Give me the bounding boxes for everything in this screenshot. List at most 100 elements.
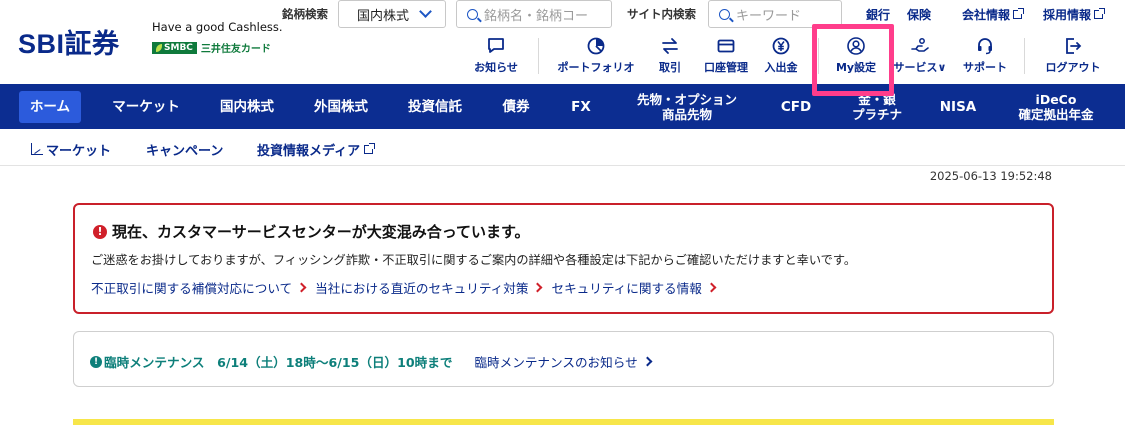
maintenance-box: ! 臨時メンテナンス 6/14（土）18時～6/15（日）10時まで 臨時メンテ… [73,331,1054,387]
chat-icon [488,38,504,53]
nav-portfolio[interactable]: ポートフォリオ [552,36,640,78]
nav-tab-bonds-label: 債券 [502,98,530,115]
nav-tab-ideco[interactable]: iDeCo 確定拠出年金 [992,84,1120,129]
nav-tab-home-label: ホーム [18,90,82,123]
site-search-input[interactable]: キーワード [708,0,842,28]
subnav-investment-media-label: 投資情報メディア [257,144,361,159]
nav-tab-cfd[interactable]: CFD [762,84,830,129]
smbc-badge: SMBC [152,41,197,54]
link-company-info[interactable]: 会社情報 [962,6,1025,23]
chart-icon [31,143,43,155]
smbc-card-logo[interactable]: SMBC 三井住友カード [152,40,271,55]
alert-body: ご迷惑をお掛けしておりますが、フィッシング詐欺・不正取引に関するご案内の詳細や各… [91,253,857,267]
chevron-right-icon [533,282,543,293]
subnav-campaign-label: キャンペーン [146,144,224,159]
nav-tab-fx[interactable]: FX [550,84,612,129]
nav-my-settings-label: My設定 [835,61,877,74]
nav-tab-market-label: マーケット [112,98,180,115]
nav-tab-domestic-stocks-label: 国内株式 [220,98,274,115]
nav-logout[interactable]: ログアウト [1038,36,1108,78]
nav-tab-home[interactable]: ホーム [8,84,92,129]
nav-notifications[interactable]: お知らせ [472,36,520,78]
user-settings-icon [847,37,865,55]
link-bank[interactable]: 銀行 [866,6,890,23]
stock-market-select-value: 国内株式 [357,8,410,24]
nav-tab-nisa[interactable]: NISA [924,84,992,129]
nav-tab-bonds[interactable]: 債券 [482,84,550,129]
nav-tab-ideco-label: iDeCo 確定拠出年金 [1018,92,1093,122]
alert-link-security-measures[interactable]: 当社における直近のセキュリティ対策 [315,278,543,297]
nav-tab-futures-options-label: 先物・オプション 商品先物 [637,92,737,122]
nav-tab-futures-options[interactable]: 先物・オプション 商品先物 [612,84,762,129]
subnav-market[interactable]: マーケット [31,140,111,159]
stock-search-input[interactable]: 銘柄名・銘柄コー [456,0,612,28]
sub-navigation: マーケット キャンペーン 投資情報メディア [0,129,1125,166]
subnav-investment-media[interactable]: 投資情報メディア [257,140,376,159]
alert-link-compensation-label: 不正取引に関する補償対応について [91,281,293,296]
stock-market-select[interactable]: 国内株式 [338,0,446,28]
logout-icon [1066,38,1082,54]
nav-account-label: 口座管理 [704,61,748,74]
chevron-right-icon [642,356,653,367]
chevron-right-icon [296,282,307,293]
divider [538,38,539,74]
headset-icon [978,38,992,55]
nav-tab-foreign-stocks-label: 外国株式 [314,98,368,115]
chevron-down-icon [419,5,432,18]
nav-tab-market[interactable]: マーケット [92,84,200,129]
alert-link-security-info[interactable]: セキュリティに関する情報 [551,278,717,297]
alert-title: ! 現在、カスタマーサービスセンターが大変混み合っています。 [93,221,529,242]
sbi-logo[interactable]: SBI証券 [18,22,120,61]
info-icon: ! [90,355,102,368]
link-insurance-label: 保険 [907,8,932,22]
nav-deposit-withdraw-label: 入出金 [764,61,798,74]
nav-tab-ideco-line1: iDeCo [1035,91,1077,107]
nav-support[interactable]: サポート [958,36,1012,78]
nav-services-label: サービス∨ [894,59,947,75]
nav-deposit-withdraw[interactable]: 入出金 [760,36,802,78]
chevron-down-icon: ∨ [937,61,947,74]
nav-tab-mutual-funds-label: 投資信託 [408,98,462,115]
pie-chart-icon [587,37,605,55]
search-icon [719,8,730,20]
smbc-leaf-icon [156,43,162,52]
warning-icon: ! [93,224,107,239]
nav-tab-foreign-stocks[interactable]: 外国株式 [294,84,388,129]
divider [818,38,819,74]
link-recruit[interactable]: 採用情報 [1043,6,1106,23]
nav-tab-futures-line2: 商品先物 [661,106,712,122]
link-insurance[interactable]: 保険 [907,6,931,23]
subnav-campaign[interactable]: キャンペーン [146,140,223,159]
alert-box: ! 現在、カスタマーサービスセンターが大変混み合っています。 ご迷惑をお掛けして… [73,203,1054,314]
external-link-icon [364,143,376,154]
maintenance-row: ! 臨時メンテナンス 6/14（土）18時～6/15（日）10時まで 臨時メンテ… [90,352,653,371]
smbc-badge-text: SMBC [164,42,193,53]
alert-link-compensation[interactable]: 不正取引に関する補償対応について [91,278,307,297]
card-icon [717,39,735,53]
nav-trade-label: 取引 [659,61,681,74]
nav-tab-mutual-funds[interactable]: 投資信託 [388,84,482,129]
external-link-icon [1013,8,1025,19]
alert-title-text: 現在、カスタマーサービスセンターが大変混み合っています。 [112,223,530,241]
site-search-label: サイト内検索 [627,7,696,21]
maintenance-text: 臨時メンテナンス 6/14（土）18時～6/15（日）10時まで [104,355,453,370]
nav-tab-domestic-stocks[interactable]: 国内株式 [200,84,294,129]
nav-services[interactable]: サービス∨ [890,36,950,78]
main-navigation: ホーム マーケット 国内株式 外国株式 投資信託 債券 FX 先物・オプション商… [0,84,1125,129]
maintenance-link[interactable]: 臨時メンテナンスのお知らせ [474,352,653,371]
nav-tab-gold-line2: プラチナ [851,106,902,122]
cashless-slogan: Have a good Cashless. [152,20,283,34]
link-company-info-label: 会社情報 [962,8,1011,22]
nav-tab-ideco-line2: 確定拠出年金 [1018,106,1094,122]
nav-tab-gold-silver[interactable]: 金・銀 プラチナ [830,84,924,129]
nav-trade[interactable]: 取引 [650,36,690,78]
nav-my-settings[interactable]: My設定 [830,36,882,78]
stock-search-label: 銘柄検索 [282,7,328,21]
link-recruit-label: 採用情報 [1043,8,1092,22]
site-search-placeholder: キーワード [736,8,802,24]
external-link-icon [1094,8,1106,19]
nav-account[interactable]: 口座管理 [700,36,752,78]
chevron-right-icon [706,282,717,293]
alert-links: 不正取引に関する補償対応について 当社における直近のセキュリティ対策 セキュリテ… [91,278,717,297]
nav-tab-cfd-label: CFD [780,98,812,115]
